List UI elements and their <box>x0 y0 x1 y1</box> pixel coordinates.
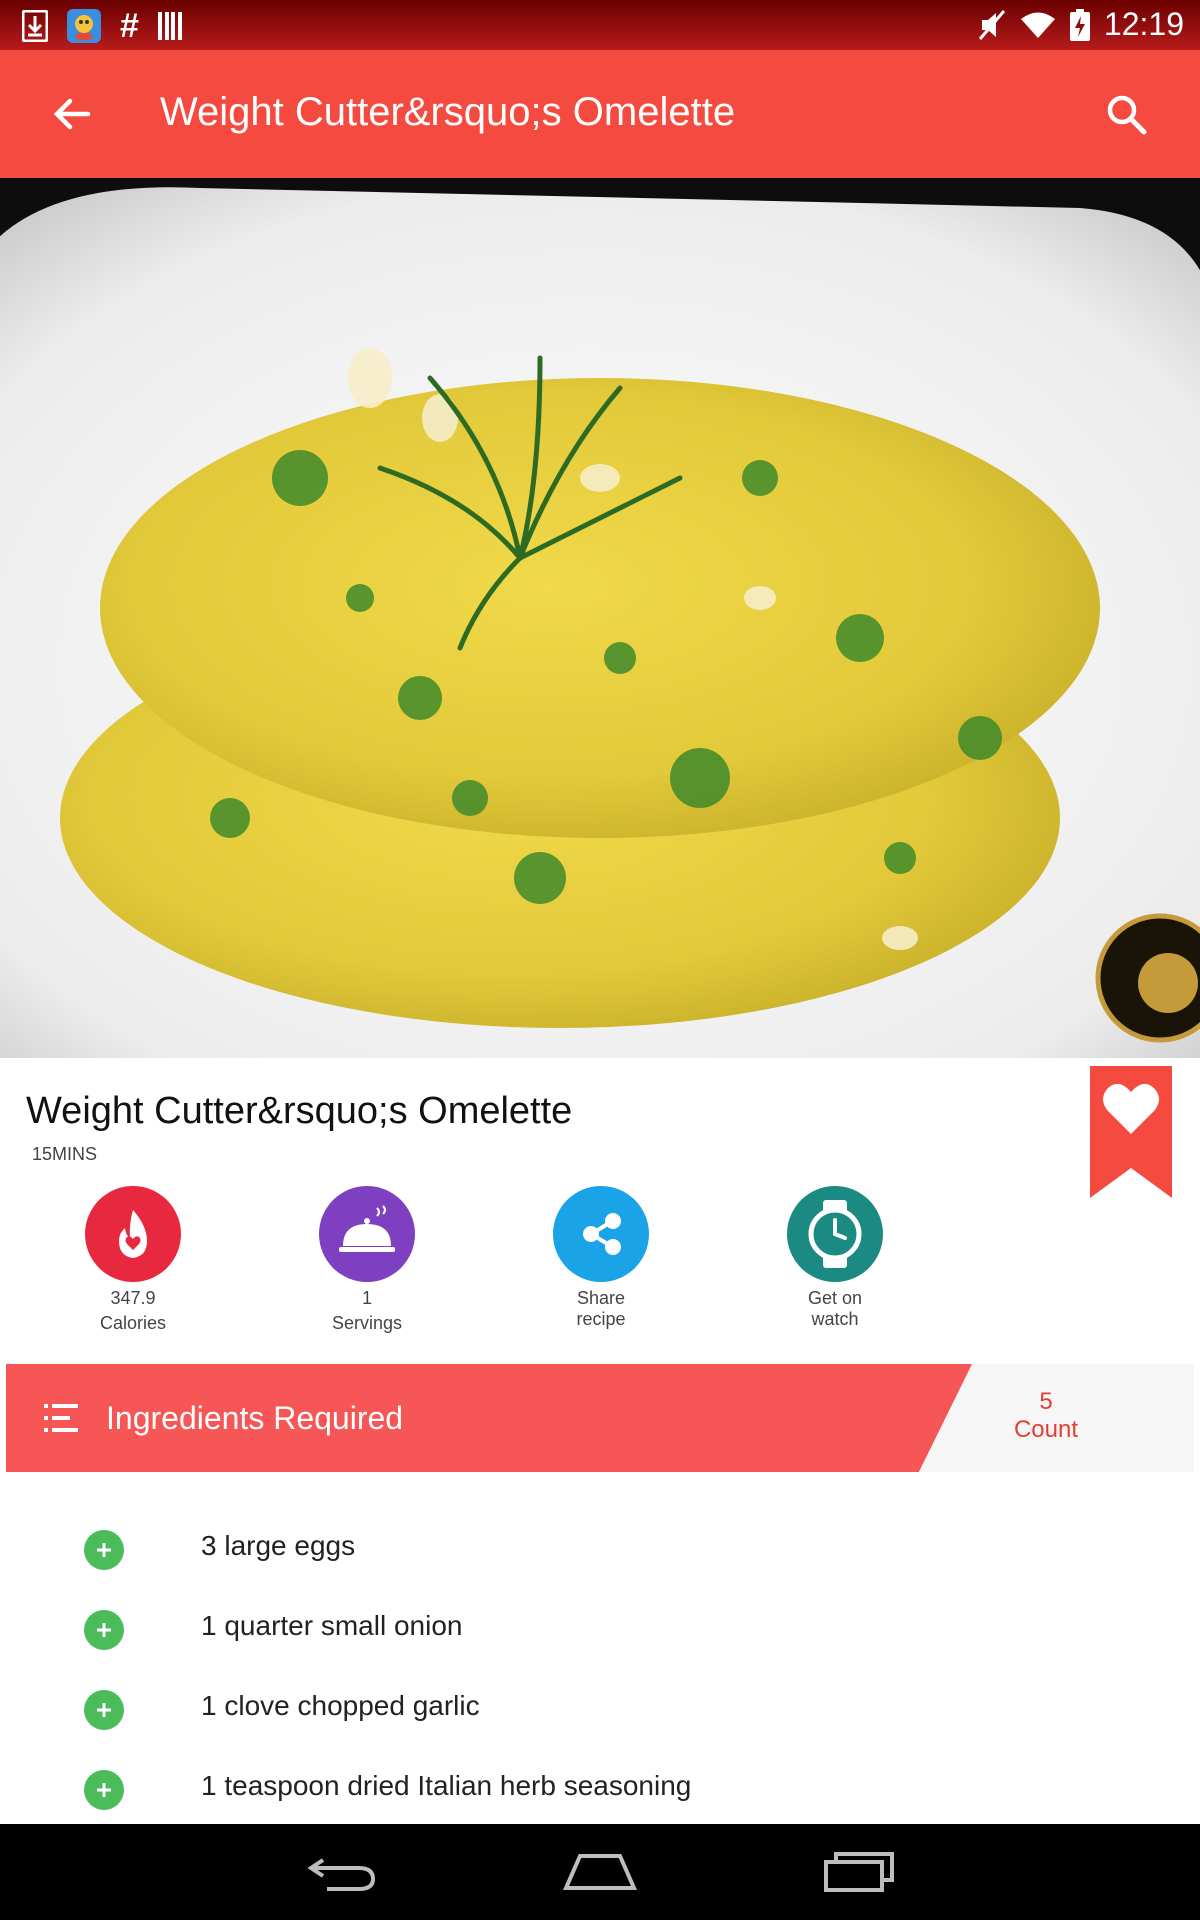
count-label: Count <box>1013 1416 1079 1443</box>
ingredient-text: 1 teaspoon dried Italian herb seasoning <box>201 1770 692 1801</box>
app-notification-icon <box>67 9 101 43</box>
add-ingredient-button[interactable] <box>84 1770 124 1810</box>
plus-icon <box>97 1543 111 1557</box>
hash-icon: # <box>120 7 139 45</box>
status-bar: # 12:19 <box>0 0 1200 50</box>
add-ingredient-button[interactable] <box>84 1610 124 1650</box>
app-bar: Weight Cutter&rsquo;s Omelette <box>0 50 1200 178</box>
calories-value: 347.9 <box>110 1288 156 1308</box>
share-icon <box>583 1213 621 1255</box>
nav-home-icon[interactable] <box>560 1846 640 1896</box>
get-on-watch-action[interactable]: Get on watch <box>760 1186 910 1332</box>
ingredient-text: 3 large eggs <box>201 1530 356 1561</box>
servings-label: Servings <box>331 1313 403 1333</box>
recipe-title: Weight Cutter&rsquo;s Omelette <box>26 1090 573 1132</box>
wifi-icon <box>1020 12 1055 38</box>
calories-action[interactable]: 347.9 Calories <box>58 1186 208 1336</box>
mute-icon <box>978 9 1006 40</box>
battery-charging-icon <box>1069 8 1090 41</box>
plus-icon <box>97 1703 111 1717</box>
nav-recents-icon[interactable] <box>818 1846 898 1896</box>
recipe-card: Weight Cutter&rsquo;s Omelette 15MINS 34… <box>4 1062 1194 1822</box>
search-icon[interactable] <box>1104 92 1150 138</box>
add-ingredient-button[interactable] <box>84 1530 124 1570</box>
ingredient-item[interactable]: 1 quarter small onion <box>4 1590 1194 1670</box>
ingredient-text: 1 clove chopped garlic <box>201 1690 480 1721</box>
system-nav-bar <box>0 1824 1200 1920</box>
count-value: 5 <box>1039 1388 1053 1415</box>
app-bar-title: Weight Cutter&rsquo;s Omelette <box>160 90 736 134</box>
plus-icon <box>97 1623 111 1637</box>
list-icon <box>44 1404 78 1432</box>
calories-circle[interactable] <box>85 1186 181 1282</box>
download-icon <box>22 10 48 42</box>
watch-circle[interactable] <box>787 1186 883 1282</box>
flame-icon <box>119 1210 147 1258</box>
ingredient-item[interactable]: 1 clove chopped garlic <box>4 1670 1194 1750</box>
watch-label-2: watch <box>811 1309 859 1329</box>
barcode-icon <box>157 12 182 40</box>
share-recipe-action[interactable]: Share recipe <box>526 1186 676 1332</box>
servings-action[interactable]: 1 Servings <box>292 1186 442 1336</box>
ingredient-item[interactable]: 3 large eggs <box>4 1510 1194 1590</box>
share-circle[interactable] <box>553 1186 649 1282</box>
add-ingredient-button[interactable] <box>84 1690 124 1730</box>
recipe-time: 15MINS <box>32 1144 98 1164</box>
status-time: 12:19 <box>1103 6 1184 42</box>
ingredient-item[interactable]: 1 teaspoon dried Italian herb seasoning <box>4 1750 1194 1830</box>
servings-value: 1 <box>361 1288 372 1308</box>
ingredients-title: Ingredients Required <box>106 1400 404 1436</box>
recipe-hero-image <box>0 178 1200 1058</box>
ingredients-count: 5 Count <box>986 1388 1106 1444</box>
nav-back-icon[interactable] <box>303 1846 383 1896</box>
servings-circle[interactable] <box>319 1186 415 1282</box>
calories-label: Calories <box>99 1313 167 1333</box>
plus-icon <box>97 1783 111 1797</box>
heart-bookmark-icon[interactable] <box>1090 1066 1172 1198</box>
serving-dish-icon <box>339 1205 395 1252</box>
ingredients-header: Ingredients Required 5 Count <box>6 1364 1194 1472</box>
arrow-left-icon[interactable] <box>48 90 96 138</box>
ingredient-text: 1 quarter small onion <box>201 1610 463 1641</box>
share-label-2: recipe <box>576 1309 626 1329</box>
watch-icon <box>808 1200 862 1268</box>
